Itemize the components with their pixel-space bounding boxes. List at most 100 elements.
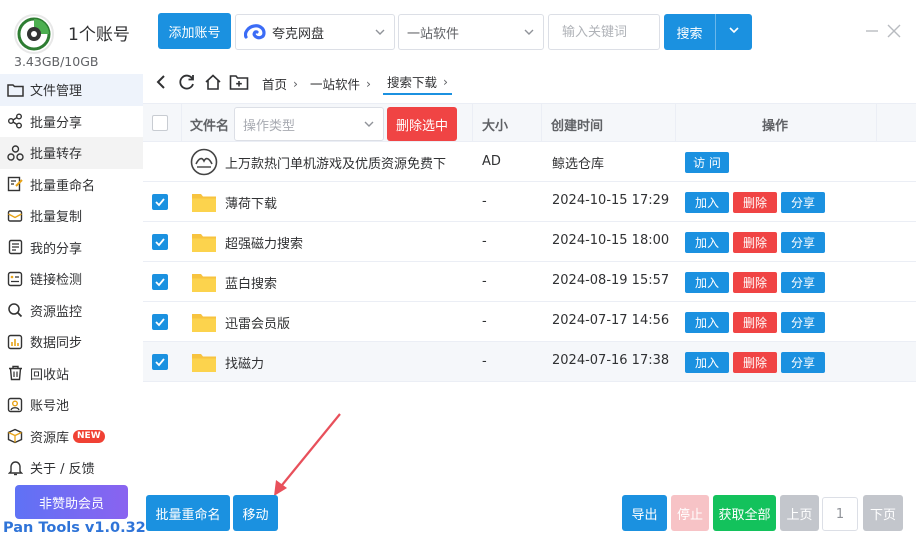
file-name[interactable]: 找磁力 <box>225 353 264 372</box>
avatar[interactable] <box>14 14 54 54</box>
search-button-group[interactable]: 搜索 <box>664 14 752 50</box>
sidebar-item-batch-share[interactable]: 批量分享 <box>0 106 143 138</box>
new-folder-button[interactable] <box>228 73 250 95</box>
search-dropdown-toggle[interactable] <box>716 14 752 50</box>
select-all-checkbox[interactable] <box>152 115 168 131</box>
fetch-all-button[interactable]: 获取全部 <box>713 495 776 531</box>
sidebar-item-resource-library[interactable]: 资源库 NEW <box>0 421 143 453</box>
share-button[interactable]: 分享 <box>781 312 825 333</box>
pool-icon <box>5 395 25 415</box>
share-button[interactable]: 分享 <box>781 232 825 253</box>
sidebar-item-account-pool[interactable]: 账号池 <box>0 389 143 421</box>
delete-button[interactable]: 删除 <box>733 272 777 293</box>
search-button[interactable]: 搜索 <box>664 14 716 50</box>
vip-member-button[interactable]: 非赞助会员 <box>15 485 128 519</box>
keyword-input[interactable] <box>548 14 660 50</box>
back-button[interactable] <box>150 73 172 95</box>
sidebar-item-label: 批量分享 <box>30 115 83 131</box>
table-row[interactable]: 蓝白搜索 - 2024-08-19 15:57 加入 删除 分享 <box>143 262 916 302</box>
next-page-button[interactable]: 下页 <box>863 495 903 531</box>
ad-logo-icon <box>190 148 218 176</box>
quark-drive-icon <box>244 24 266 40</box>
add-button[interactable]: 加入 <box>685 312 729 333</box>
move-button[interactable]: 移动 <box>233 495 278 531</box>
app-version: Pan Tools v1.0.32 <box>3 520 146 536</box>
minimize-button[interactable] <box>865 24 879 42</box>
sidebar-item-label: 资源监控 <box>30 304 83 320</box>
breadcrumb-current[interactable]: 搜索下载 › <box>383 72 453 95</box>
sidebar-item-batch-transfer[interactable]: 批量转存 <box>0 137 143 169</box>
prev-page-button[interactable]: 上页 <box>780 495 819 531</box>
row-checkbox[interactable] <box>152 354 168 370</box>
add-button[interactable]: 加入 <box>685 272 729 293</box>
library-icon <box>5 426 25 446</box>
sidebar-item-file-manage[interactable]: 文件管理 <box>0 74 143 106</box>
sidebar-item-resource-monitor[interactable]: 资源监控 <box>0 295 143 327</box>
batch-rename-button[interactable]: 批量重命名 <box>146 495 230 531</box>
table-row[interactable]: 迅雷会员版 - 2024-07-17 14:56 加入 删除 分享 <box>143 302 916 342</box>
table-row[interactable]: 上万款热门单机游戏及优质资源免费下 AD 鲸选仓库 访 问 <box>143 142 916 182</box>
table-row[interactable]: 找磁力 - 2024-07-16 17:38 加入 删除 分享 <box>143 342 916 382</box>
table-row[interactable]: 超强磁力搜索 - 2024-10-15 18:00 加入 删除 分享 <box>143 222 916 262</box>
add-account-button[interactable]: 添加账号 <box>158 13 231 49</box>
sidebar-item-recycle-bin[interactable]: 回收站 <box>0 358 143 390</box>
row-checkbox[interactable] <box>152 274 168 290</box>
delete-button[interactable]: 删除 <box>733 352 777 373</box>
operation-type-select[interactable]: 操作类型 <box>234 107 384 141</box>
operation-type-placeholder: 操作类型 <box>243 118 296 134</box>
link-check-icon <box>5 269 25 289</box>
new-badge: NEW <box>73 429 105 443</box>
export-button[interactable]: 导出 <box>622 495 667 531</box>
add-button[interactable]: 加入 <box>685 232 729 253</box>
drive-select-value: 夸克网盘 <box>272 26 325 42</box>
file-name[interactable]: 超强磁力搜索 <box>225 233 303 252</box>
file-size: - <box>482 194 487 209</box>
row-checkbox[interactable] <box>152 194 168 210</box>
sidebar-item-batch-copy[interactable]: 批量复制 <box>0 200 143 232</box>
sidebar-item-about-feedback[interactable]: 关于 / 反馈 <box>0 452 143 484</box>
delete-button[interactable]: 删除 <box>733 232 777 253</box>
delete-button[interactable]: 删除 <box>733 312 777 333</box>
column-divider <box>472 104 473 142</box>
close-window-button[interactable] <box>887 24 901 42</box>
file-name[interactable]: 迅雷会员版 <box>225 313 290 332</box>
table-row[interactable]: 薄荷下载 - 2024-10-15 17:29 加入 删除 分享 <box>143 182 916 222</box>
add-button[interactable]: 加入 <box>685 352 729 373</box>
add-button[interactable]: 加入 <box>685 192 729 213</box>
site-select[interactable]: 一站软件 <box>398 14 544 50</box>
breadcrumb-home[interactable]: 首页 › <box>262 74 298 93</box>
file-created-time: 2024-07-17 14:56 <box>552 313 670 328</box>
row-checkbox[interactable] <box>152 234 168 250</box>
sidebar-item-link-check[interactable]: 链接检测 <box>0 263 143 295</box>
file-size: - <box>482 314 487 329</box>
sidebar-item-data-sync[interactable]: 数据同步 <box>0 326 143 358</box>
page-number-input[interactable] <box>822 497 858 531</box>
close-icon <box>887 24 901 42</box>
file-size: - <box>482 354 487 369</box>
breadcrumb-site[interactable]: 一站软件 › <box>310 74 371 93</box>
refresh-button[interactable] <box>176 73 198 95</box>
stop-button[interactable]: 停止 <box>671 495 709 531</box>
chevron-down-icon <box>523 26 535 42</box>
sidebar-item-my-share[interactable]: 我的分享 <box>0 232 143 264</box>
delete-button[interactable]: 删除 <box>733 192 777 213</box>
folder-icon <box>190 188 218 216</box>
delete-selected-button[interactable]: 删除选中 <box>387 107 457 141</box>
row-checkbox[interactable] <box>152 314 168 330</box>
column-divider <box>675 104 676 142</box>
drive-select[interactable]: 夸克网盘 <box>235 14 395 50</box>
minimize-icon <box>865 27 879 42</box>
annotation-arrow <box>274 413 341 496</box>
folder-icon <box>190 348 218 376</box>
home-button[interactable] <box>202 73 224 95</box>
share-button[interactable]: 分享 <box>781 192 825 213</box>
refresh-icon <box>178 73 196 95</box>
file-name[interactable]: 蓝白搜索 <box>225 273 277 292</box>
sidebar-item-batch-rename[interactable]: 批量重命名 <box>0 169 143 201</box>
share-button[interactable]: 分享 <box>781 352 825 373</box>
file-name[interactable]: 上万款热门单机游戏及优质资源免费下 <box>225 153 446 172</box>
visit-button[interactable]: 访 问 <box>685 152 729 173</box>
share-button[interactable]: 分享 <box>781 272 825 293</box>
transfer-icon <box>5 143 25 163</box>
file-name[interactable]: 薄荷下载 <box>225 193 277 212</box>
